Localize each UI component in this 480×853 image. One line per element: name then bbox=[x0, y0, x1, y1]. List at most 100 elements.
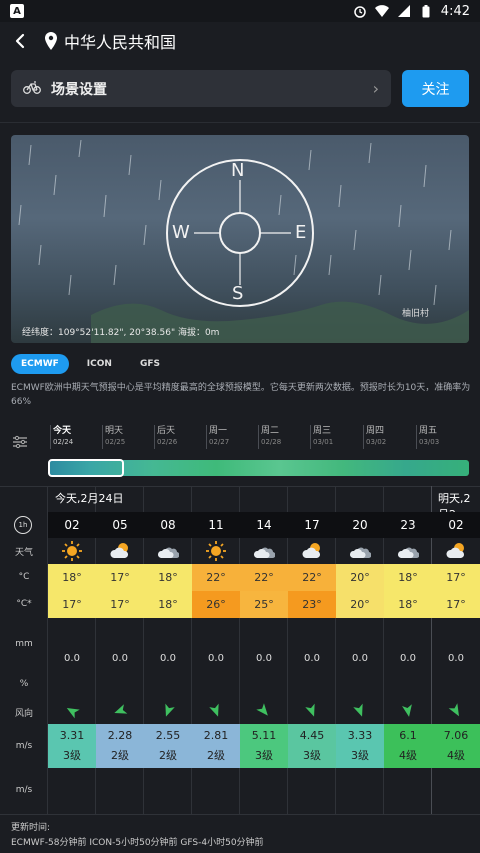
hour-cell: 02 bbox=[448, 518, 464, 532]
partly-cloudy-icon bbox=[96, 540, 144, 562]
temperature-cell: 20° bbox=[336, 564, 384, 591]
row-label-pct: % bbox=[19, 679, 29, 689]
day-name: 周三 bbox=[313, 426, 332, 436]
cloudy-icon bbox=[384, 540, 432, 562]
day-date: 03/01 bbox=[313, 438, 334, 446]
divider bbox=[0, 122, 480, 123]
day-tab[interactable]: 周五 03/03 bbox=[416, 425, 468, 449]
day-date: 03/02 bbox=[366, 438, 387, 446]
hour-cell: 23 bbox=[400, 518, 416, 532]
update-time-footer: 更新时间: ECMWF-58分钟前 ICON-5小时50分钟前 GFS-4小时5… bbox=[0, 814, 480, 853]
temperature-cell: 22° bbox=[240, 564, 288, 591]
feels-like-cell: 17° bbox=[48, 591, 96, 618]
status-bar: A 4:42 bbox=[0, 0, 480, 22]
signal-icon bbox=[397, 4, 411, 18]
wind-level-value: 4级 bbox=[447, 749, 465, 762]
partly-cloudy-icon bbox=[432, 540, 480, 562]
wind-level-value: 2级 bbox=[111, 749, 129, 762]
sun-icon bbox=[48, 540, 96, 562]
wind-speed-value: 2.81 bbox=[203, 729, 229, 742]
scene-settings-button[interactable]: 场景设置 › bbox=[11, 70, 391, 107]
wind-arrow-icon bbox=[336, 700, 384, 722]
wind-speed-value: 2.55 bbox=[155, 729, 181, 742]
precipitation-cell: 0.0 bbox=[64, 653, 80, 664]
wind-arrow-icon bbox=[96, 700, 144, 722]
tab-icon[interactable]: ICON bbox=[77, 354, 122, 374]
compass-east: E bbox=[295, 222, 307, 243]
wind-speed-cell: 3.31 3级 bbox=[48, 724, 96, 768]
hour-cell: 02 bbox=[64, 518, 80, 532]
day-tab[interactable]: 周一 02/27 bbox=[206, 425, 258, 449]
day-date: 03/03 bbox=[419, 438, 440, 446]
wifi-icon bbox=[374, 4, 389, 18]
wind-speed-value: 7.06 bbox=[443, 729, 469, 742]
precipitation-cell: 0.0 bbox=[208, 653, 224, 664]
wind-level-value: 2级 bbox=[159, 749, 177, 762]
feels-like-cell: 23° bbox=[288, 591, 336, 618]
follow-button[interactable]: 关注 bbox=[402, 70, 469, 107]
wind-speed-cell: 2.81 2级 bbox=[192, 724, 240, 768]
divider bbox=[0, 486, 480, 487]
wind-speed-value: 4.45 bbox=[299, 729, 325, 742]
village-label: 柚旧村 bbox=[401, 309, 429, 319]
day-name: 今天 bbox=[53, 426, 72, 436]
update-detail: ECMWF-58分钟前 ICON-5小时50分钟前 GFS-4小时50分钟前 bbox=[11, 838, 264, 848]
wind-level-value: 3级 bbox=[255, 749, 273, 762]
wind-speed-cell: 4.45 3级 bbox=[288, 724, 336, 768]
feels-like-cell: 20° bbox=[336, 591, 384, 618]
day-tab[interactable]: 今天 02/24 bbox=[50, 425, 102, 449]
hour-cell: 11 bbox=[208, 518, 224, 532]
feels-like-cell: 17° bbox=[96, 591, 144, 618]
tab-ecmwf[interactable]: ECMWF bbox=[11, 354, 69, 374]
day-name: 周四 bbox=[366, 426, 385, 436]
tab-gfs[interactable]: GFS bbox=[130, 354, 170, 374]
temperature-cell: 22° bbox=[288, 564, 336, 591]
hour-cell: 14 bbox=[256, 518, 272, 532]
wind-arrow-icon bbox=[288, 700, 336, 722]
model-tabs: ECMWF ICON GFS bbox=[11, 354, 170, 374]
wind-speed-value: 5.11 bbox=[251, 729, 277, 742]
temperature-row: 18° 17° 18° 22° 22° 22° 20° 18° 17° bbox=[48, 564, 480, 591]
back-arrow-icon[interactable] bbox=[10, 31, 30, 51]
wind-level-value: 4级 bbox=[399, 749, 417, 762]
cloudy-icon bbox=[144, 540, 192, 562]
feels-like-cell: 17° bbox=[432, 591, 480, 618]
day-tab[interactable]: 明天 02/25 bbox=[102, 425, 154, 449]
bicycle-icon bbox=[23, 79, 41, 98]
temperature-cell: 18° bbox=[384, 564, 432, 591]
feels-like-cell: 26° bbox=[192, 591, 240, 618]
feels-like-cell: 18° bbox=[384, 591, 432, 618]
day-tab[interactable]: 周四 03/02 bbox=[363, 425, 415, 449]
temperature-cell: 22° bbox=[192, 564, 240, 591]
wind-speed-value: 3.31 bbox=[59, 729, 85, 742]
interval-toggle-icon[interactable]: 1h bbox=[14, 516, 32, 534]
day-tab[interactable]: 周二 02/28 bbox=[258, 425, 310, 449]
wind-speed-value: 6.1 bbox=[399, 729, 417, 742]
model-description: ECMWF欧洲中期天气预报中心是平均精度最高的全球预报模型。它每天更新两次数据。… bbox=[11, 383, 471, 407]
day-selector: 今天 02/24 明天 02/25 后天 02/26 周一 02/27 周二 02/28 … bbox=[50, 425, 470, 449]
row-label-wind: 风向 bbox=[14, 709, 33, 719]
wind-speed-cell: 3.33 3级 bbox=[336, 724, 384, 768]
day-tab[interactable]: 周三 03/01 bbox=[310, 425, 362, 449]
wind-speed-cell: 6.1 4级 bbox=[384, 724, 432, 768]
hour-cell: 20 bbox=[352, 518, 368, 532]
hour-cell: 17 bbox=[304, 518, 320, 532]
wind-speed-cell: 2.55 2级 bbox=[144, 724, 192, 768]
app-notification-icon: A bbox=[10, 4, 24, 18]
battery-icon bbox=[419, 4, 433, 18]
precipitation-cell: 0.0 bbox=[304, 653, 320, 664]
map-view[interactable]: N S W E 柚旧村 经纬度：109°52'11.82", 20°38.56"… bbox=[11, 135, 469, 343]
row-label-temp: °C bbox=[18, 572, 30, 582]
row-label-ms2: m/s bbox=[15, 785, 33, 795]
day-name: 周二 bbox=[261, 426, 280, 436]
location-pin-icon bbox=[44, 32, 60, 50]
day-date: 02/26 bbox=[157, 438, 178, 446]
temperature-cell: 17° bbox=[432, 564, 480, 591]
filter-icon[interactable] bbox=[12, 434, 28, 449]
row-label-ms: m/s bbox=[15, 741, 33, 751]
row-label-mm: mm bbox=[15, 639, 33, 649]
temperature-cell: 17° bbox=[96, 564, 144, 591]
timeline-selection-handle[interactable] bbox=[48, 459, 124, 477]
wind-level-value: 2级 bbox=[207, 749, 225, 762]
day-tab[interactable]: 后天 02/26 bbox=[154, 425, 206, 449]
